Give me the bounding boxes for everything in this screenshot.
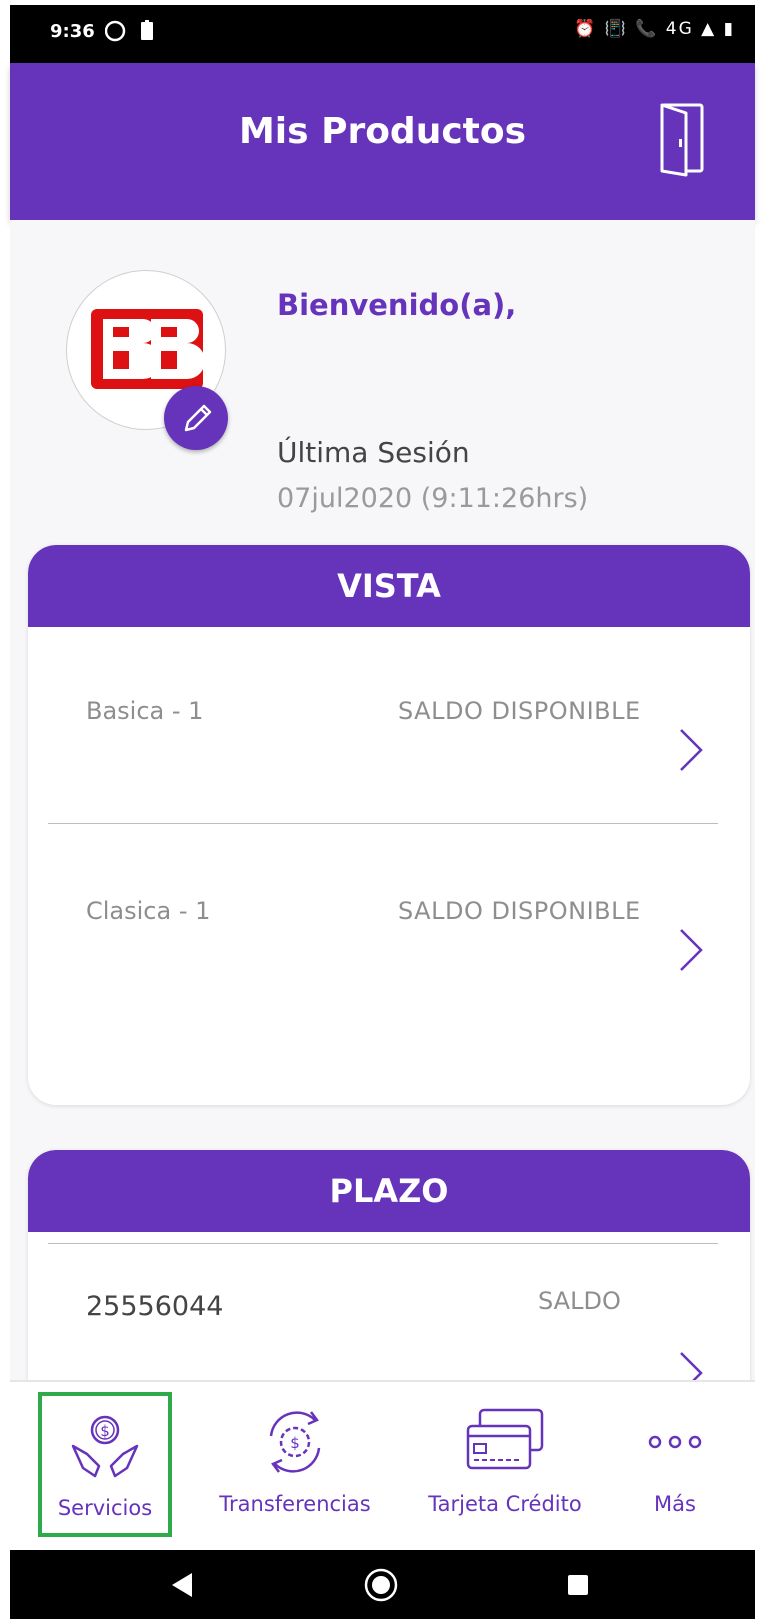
pencil-icon (184, 404, 212, 432)
edit-avatar-button[interactable] (164, 386, 228, 450)
svg-text:$: $ (290, 1434, 300, 1452)
bottom-nav: $ Servicios $ Transferencias Tarjeta Cré… (10, 1380, 755, 1550)
door-exit-icon (660, 103, 704, 177)
android-nav-bar (10, 1550, 755, 1619)
vista-card: VISTA Basica - 1 SALDO DISPONIBLE Clasic… (28, 545, 750, 1105)
app-header: Mis Productos (10, 63, 755, 220)
credit-card-icon (466, 1408, 544, 1470)
status-bar: 9:36 ⏰ 📳 📞 4G ▲ ▮ (10, 5, 755, 63)
last-session-date: 07jul2020 (9:11:26hrs) (277, 483, 589, 514)
divider (48, 1243, 718, 1244)
status-right-icons: ⏰ 📳 📞 4G ▲ ▮ (574, 19, 735, 39)
page-title: Mis Productos (238, 111, 527, 152)
android-nav-buttons (172, 1568, 588, 1602)
account-balance-label: SALDO DISPONIBLE (398, 897, 641, 925)
welcome-text: Bienvenido(a), (277, 288, 517, 322)
vista-title: VISTA (337, 567, 441, 605)
back-icon[interactable] (172, 1573, 192, 1597)
account-balance-label: SALDO DISPONIBLE (398, 697, 641, 725)
profile-avatar-wrap (66, 270, 228, 450)
nav-mas[interactable]: Más (620, 1392, 730, 1537)
plazo-card: PLAZO 25556044 SALDO (28, 1150, 750, 1410)
chevron-right-icon[interactable] (678, 727, 704, 773)
nav-tarjeta-credito[interactable]: Tarjeta Crédito (415, 1392, 595, 1537)
logout-button[interactable] (658, 99, 708, 179)
hands-coin-icon: $ (71, 1415, 139, 1478)
nav-label: Servicios (57, 1496, 153, 1520)
transfer-gear-icon: $ (269, 1411, 321, 1473)
account-name: Basica - 1 (86, 697, 204, 725)
nav-transferencias[interactable]: $ Transferencias (215, 1392, 375, 1537)
nav-label: Más (654, 1492, 696, 1516)
recents-icon[interactable] (568, 1575, 588, 1595)
plazo-title: PLAZO (329, 1172, 449, 1210)
status-left-icons (104, 19, 161, 48)
account-row[interactable]: Basica - 1 SALDO DISPONIBLE (28, 627, 750, 827)
more-dots-icon (648, 1435, 702, 1449)
last-session-label: Última Sesión (277, 436, 470, 469)
whatsapp-battery-icons (104, 20, 153, 42)
account-row[interactable]: Clasica - 1 SALDO DISPONIBLE (28, 827, 750, 1027)
plazo-account-number: 25556044 (86, 1291, 224, 1322)
divider (48, 823, 718, 824)
nav-servicios[interactable]: $ Servicios (38, 1392, 172, 1537)
status-time: 9:36 (50, 21, 95, 42)
nav-label: Tarjeta Crédito (428, 1492, 582, 1516)
nav-label: Transferencias (219, 1492, 371, 1516)
svg-text:$: $ (100, 1422, 110, 1440)
chevron-right-icon[interactable] (678, 927, 704, 973)
plazo-balance-label: SALDO (538, 1287, 621, 1315)
vista-card-header: VISTA (28, 545, 750, 627)
plazo-card-header: PLAZO (28, 1150, 750, 1232)
account-name: Clasica - 1 (86, 897, 211, 925)
